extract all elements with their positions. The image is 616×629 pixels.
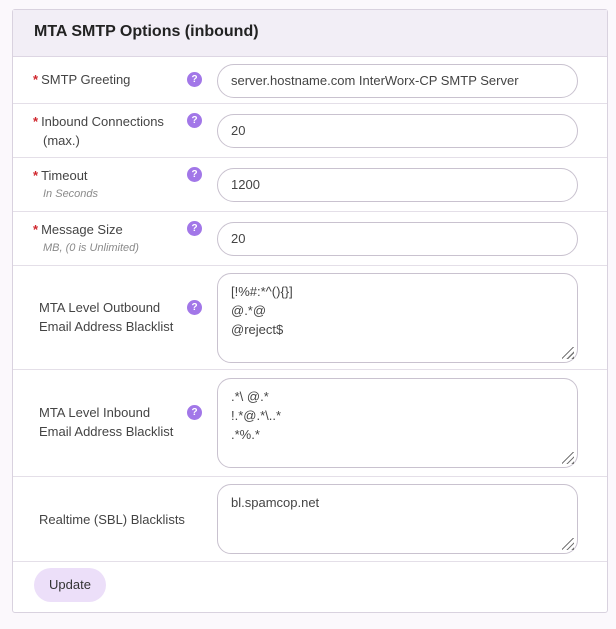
textarea-line: @.*@	[231, 303, 267, 318]
inbound-blacklist-textarea[interactable]: .*\ @.* !.*@.*\..* .*%.*	[217, 378, 578, 468]
help-icon[interactable]: ?	[187, 221, 202, 236]
resize-handle-icon[interactable]	[562, 452, 574, 464]
textarea-line: [!%#:*^(){}]	[231, 284, 293, 299]
required-mark: *	[33, 222, 39, 237]
resize-handle-icon[interactable]	[562, 538, 574, 550]
timeout-label: * Timeout In Seconds	[33, 168, 99, 200]
message-size-row: * Message Size MB, (0 is Unlimited) ? 20	[13, 212, 607, 266]
inbound-connections-row: * Inbound Connections (max.) ? 20	[13, 104, 607, 158]
sbl-blacklists-row: Realtime (SBL) Blacklists bl.spamcop.net	[13, 477, 607, 562]
textarea-line: @reject$	[231, 322, 284, 337]
help-icon[interactable]: ?	[187, 113, 202, 128]
outbound-blacklist-row: MTA Level Outbound Email Address Blackli…	[13, 266, 607, 370]
textarea-line: .*\ @.*	[231, 389, 269, 404]
help-icon[interactable]: ?	[187, 72, 202, 87]
sbl-blacklists-textarea[interactable]: bl.spamcop.net	[217, 484, 578, 554]
smtp-greeting-row: * SMTP Greeting ? server.hostname.com Int…	[13, 57, 607, 104]
message-size-input[interactable]: 20	[217, 222, 578, 256]
message-size-sublabel: MB, (0 is Unlimited)	[43, 242, 139, 254]
inbound-blacklist-row: MTA Level Inbound Email Address Blacklis…	[13, 370, 607, 477]
required-mark: *	[33, 168, 39, 183]
help-icon[interactable]: ?	[187, 405, 202, 420]
textarea-line: !.*@.*\..*	[231, 408, 282, 423]
resize-handle-icon[interactable]	[562, 347, 574, 359]
update-button[interactable]: Update	[34, 568, 106, 602]
inbound-connections-label: * Inbound Connections (max.)	[33, 114, 164, 148]
required-mark: *	[33, 114, 39, 129]
inbound-connections-input[interactable]: 20	[217, 114, 578, 148]
help-icon[interactable]: ?	[187, 167, 202, 182]
outbound-blacklist-label: MTA Level Outbound Email Address Blackli…	[39, 300, 174, 334]
outbound-blacklist-textarea[interactable]: [!%#:*^(){}] @.*@ @reject$	[217, 273, 578, 363]
sbl-blacklists-label: Realtime (SBL) Blacklists	[39, 512, 185, 527]
timeout-sublabel: In Seconds	[43, 188, 99, 200]
inbound-blacklist-label: MTA Level Inbound Email Address Blacklis…	[39, 405, 174, 439]
required-mark: *	[33, 72, 39, 87]
help-icon[interactable]: ?	[187, 300, 202, 315]
smtp-greeting-input[interactable]: server.hostname.com InterWorx-CP SMTP Se…	[217, 64, 578, 98]
timeout-input[interactable]: 1200	[217, 168, 578, 202]
mta-smtp-options-panel: MTA SMTP Options (inbound) * SMTP Greetin…	[12, 9, 608, 613]
message-size-label: * Message Size MB, (0 is Unlimited)	[33, 222, 139, 254]
smtp-greeting-label: * SMTP Greeting	[33, 72, 131, 87]
textarea-line: bl.spamcop.net	[231, 495, 320, 510]
panel-title: MTA SMTP Options (inbound)	[13, 10, 607, 57]
textarea-line: .*%.*	[231, 427, 260, 442]
timeout-row: * Timeout In Seconds ? 1200	[13, 158, 607, 212]
